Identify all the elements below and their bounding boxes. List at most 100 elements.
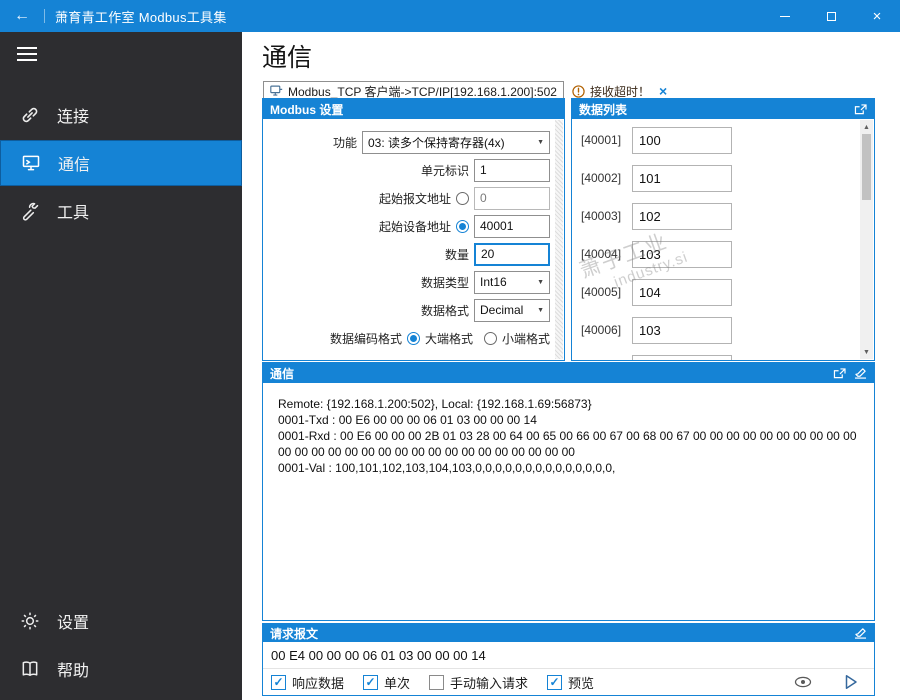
- log-line: Remote: {192.168.1.200:502}, Local: {192…: [278, 397, 592, 411]
- register-address: [40006]: [581, 323, 622, 337]
- list-item: [40006] 103: [572, 311, 874, 349]
- register-value-input[interactable]: 103: [632, 240, 732, 268]
- sidebar-item-connect[interactable]: 连接: [0, 92, 242, 138]
- little-endian-radio[interactable]: [483, 331, 497, 345]
- back-button[interactable]: ←: [0, 0, 44, 32]
- scrollbar-track[interactable]: [860, 134, 873, 345]
- window-controls: ×: [762, 0, 900, 32]
- chevron-down-icon: ▼: [537, 278, 544, 286]
- field-label: 数量: [444, 247, 469, 262]
- field-label: 数据类型: [420, 275, 469, 290]
- list-item: [40005] 104: [572, 273, 874, 311]
- sidebar-item-settings[interactable]: 设置: [0, 598, 242, 644]
- request-message-input[interactable]: 00 E4 00 00 00 06 01 03 00 00 00 14: [263, 642, 874, 669]
- start-dev-addr-input[interactable]: 40001: [474, 214, 550, 238]
- send-play-icon[interactable]: [844, 674, 858, 690]
- register-address: [40002]: [581, 171, 622, 185]
- popout-icon[interactable]: [833, 367, 846, 379]
- hamburger-button[interactable]: [0, 32, 242, 70]
- sidebar-item-label: 连接: [57, 109, 90, 126]
- checkbox-label: 单次: [384, 675, 411, 691]
- data-list-scrollbar[interactable]: ▲ ▼: [860, 120, 873, 359]
- input-value: 40001: [480, 219, 514, 233]
- setting-row-data-type: 数据类型 Int16 ▼: [263, 268, 564, 296]
- checkbox-label: 手动输入请求: [450, 675, 529, 691]
- check-icon: ✓: [549, 675, 560, 689]
- big-endian-radio[interactable]: [406, 331, 420, 345]
- start-dev-addr-radio[interactable]: [456, 219, 469, 233]
- minimize-icon: [780, 15, 790, 17]
- single-shot-checkbox[interactable]: ✓: [363, 674, 379, 690]
- setting-row-function: 功能 03: 读多个保持寄存器(4x) ▼: [263, 128, 564, 156]
- field-label: 数据编码格式: [329, 331, 402, 346]
- check-icon: ✓: [273, 675, 284, 689]
- function-select[interactable]: 03: 读多个保持寄存器(4x) ▼: [362, 130, 550, 154]
- eye-icon[interactable]: [794, 675, 812, 689]
- sidebar-item-tools[interactable]: 工具: [0, 188, 242, 234]
- field-label: 起始设备地址: [378, 219, 451, 234]
- selected-value: Decimal: [480, 303, 524, 317]
- sidebar-nav: 连接 通信 工具: [0, 92, 242, 236]
- register-address: [40001]: [581, 133, 622, 147]
- start-msg-addr-input[interactable]: 0: [474, 186, 550, 210]
- input-value: 20: [481, 247, 495, 261]
- start-msg-addr-radio[interactable]: [456, 191, 469, 205]
- communication-log-panel: 通信 Remote: {192.168.1.200:502}, Local: {…: [262, 362, 875, 621]
- app-title: 萧育青工作室 Modbus工具集: [55, 9, 227, 25]
- panel-title: Modbus 设置: [270, 102, 344, 117]
- register-value-input[interactable]: 104: [632, 278, 732, 306]
- input-value: 104: [639, 284, 661, 300]
- response-data-checkbox[interactable]: ✓: [271, 674, 286, 690]
- list-item-partial: [572, 349, 874, 360]
- scroll-down-icon[interactable]: ▼: [860, 345, 873, 359]
- setting-row-start-msg-addr: 起始报文地址 0: [263, 184, 564, 212]
- input-value: 00 E4 00 00 00 06 01 03 00 00 00 14: [271, 647, 486, 663]
- sidebar-item-label: 设置: [57, 615, 90, 632]
- input-value: 103: [639, 322, 661, 338]
- maximize-icon: [826, 11, 836, 21]
- eraser-icon[interactable]: [854, 367, 867, 379]
- selected-value: 03: 读多个保持寄存器(4x): [368, 135, 505, 150]
- sidebar-item-communication[interactable]: 通信: [0, 140, 242, 186]
- panel-header: 数据列表: [572, 99, 874, 119]
- settings-scrollbar[interactable]: [555, 120, 563, 359]
- manual-request-checkbox[interactable]: ✓: [429, 674, 445, 690]
- page-title: 通信: [262, 44, 313, 72]
- link-icon: [19, 104, 41, 126]
- modbus-settings-panel: Modbus 设置 功能 03: 读多个保持寄存器(4x) ▼ 单元标识 1 起…: [262, 98, 565, 361]
- setting-row-quantity: 数量 20: [263, 240, 564, 268]
- input-value: 101: [639, 170, 661, 186]
- comm-icon: [20, 152, 42, 174]
- gear-icon: [19, 610, 41, 632]
- data-type-select[interactable]: Int16 ▼: [474, 270, 550, 294]
- sidebar-item-help[interactable]: 帮助: [0, 646, 242, 692]
- unit-id-input[interactable]: 1: [474, 158, 550, 182]
- quantity-input[interactable]: 20: [474, 242, 550, 266]
- input-value: 0: [480, 191, 487, 205]
- close-button[interactable]: ×: [854, 0, 900, 32]
- panel-title: 请求报文: [270, 626, 319, 641]
- list-item: [40003] 102: [572, 197, 874, 235]
- log-line: 0001-Rxd : 00 E6 00 00 00 2B 01 03 28 00…: [278, 429, 857, 459]
- scroll-up-icon[interactable]: ▲: [860, 120, 873, 134]
- minimize-button[interactable]: [762, 0, 808, 32]
- register-value-input[interactable]: 100: [632, 126, 732, 154]
- popout-icon[interactable]: [854, 103, 867, 115]
- maximize-button[interactable]: [808, 0, 854, 32]
- data-format-select[interactable]: Decimal ▼: [474, 298, 550, 322]
- input-value: 103: [639, 246, 661, 262]
- scrollbar-thumb[interactable]: [862, 134, 871, 200]
- request-options-bar: ✓ 响应数据 ✓ 单次 ✓ 手动输入请求: [263, 669, 874, 695]
- connection-status: 接收超时！ ×: [572, 83, 667, 100]
- panel-header: Modbus 设置: [263, 99, 564, 119]
- register-value-input[interactable]: 103: [632, 316, 732, 344]
- register-address: [40004]: [581, 247, 622, 261]
- setting-row-encoding: 数据编码格式 大端格式 小端格式: [263, 324, 564, 352]
- preview-checkbox[interactable]: ✓: [547, 674, 563, 690]
- register-value-input[interactable]: 102: [632, 202, 732, 230]
- register-value-input[interactable]: [632, 354, 732, 360]
- register-value-input[interactable]: 101: [632, 164, 732, 192]
- tab-close-icon[interactable]: ×: [659, 83, 667, 99]
- eraser-icon[interactable]: [854, 627, 867, 639]
- request-panel: 请求报文 00 E4 00 00 00 06 01 03 00 00 00 14: [262, 623, 875, 696]
